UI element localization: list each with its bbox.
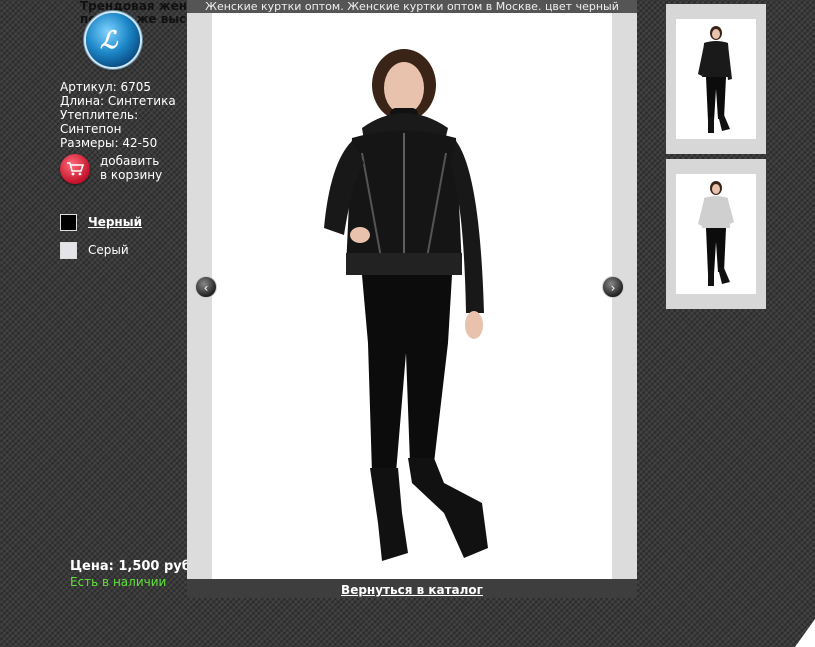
- logo-icon: ℒ: [100, 25, 118, 54]
- model-black-jacket-image: [324, 49, 488, 561]
- black-jacket-thumbnail-image: [698, 26, 732, 133]
- color-option-grey[interactable]: Серый: [60, 241, 142, 259]
- color-swatch-grey[interactable]: [60, 241, 77, 259]
- image-lightbox: Женские куртки оптом. Женские куртки опт…: [187, 0, 637, 598]
- cart-label-line-2: в корзину: [100, 168, 163, 182]
- shopping-cart-icon: [60, 154, 90, 184]
- chevron-right-icon: ›: [610, 281, 616, 295]
- insulation-label: Утеплитель:: [60, 108, 139, 122]
- insulation-value: Синтепон: [60, 122, 122, 136]
- lightbox-photo[interactable]: [212, 13, 612, 579]
- color-label-grey[interactable]: Серый: [88, 243, 129, 257]
- price-text: Цена: 1,500 руб.: [70, 559, 196, 574]
- prev-image-button[interactable]: ‹: [195, 276, 217, 298]
- article-text: Артикул: 6705: [60, 80, 152, 94]
- page-corner-decoration: [795, 619, 815, 647]
- add-to-cart-button[interactable]: добавить в корзину: [60, 154, 162, 184]
- length-text: Длина: Синтетика: [60, 94, 176, 108]
- color-label-black[interactable]: Черный: [88, 215, 142, 229]
- next-image-button[interactable]: ›: [602, 276, 624, 298]
- back-to-catalog-link[interactable]: Вернуться в каталог: [341, 583, 483, 597]
- product-specs: Артикул: 6705 Длина: Синтетика Утеплител…: [60, 80, 176, 150]
- thumbnail-black[interactable]: [666, 4, 766, 154]
- site-logo[interactable]: ℒ: [86, 13, 140, 67]
- color-options: Черный Серый: [60, 213, 142, 269]
- stock-status: Есть в наличии: [70, 575, 167, 589]
- thumbnail-grey[interactable]: [666, 159, 766, 309]
- chevron-left-icon: ‹: [203, 281, 209, 295]
- color-swatch-black[interactable]: [60, 213, 77, 231]
- sizes-text: Размеры: 42-50: [60, 136, 158, 150]
- color-option-black[interactable]: Черный: [60, 213, 142, 231]
- grey-jacket-thumbnail-image: [698, 181, 734, 286]
- lightbox-title: Женские куртки оптом. Женские куртки опт…: [187, 0, 637, 13]
- cart-label-line-1: добавить: [100, 154, 160, 168]
